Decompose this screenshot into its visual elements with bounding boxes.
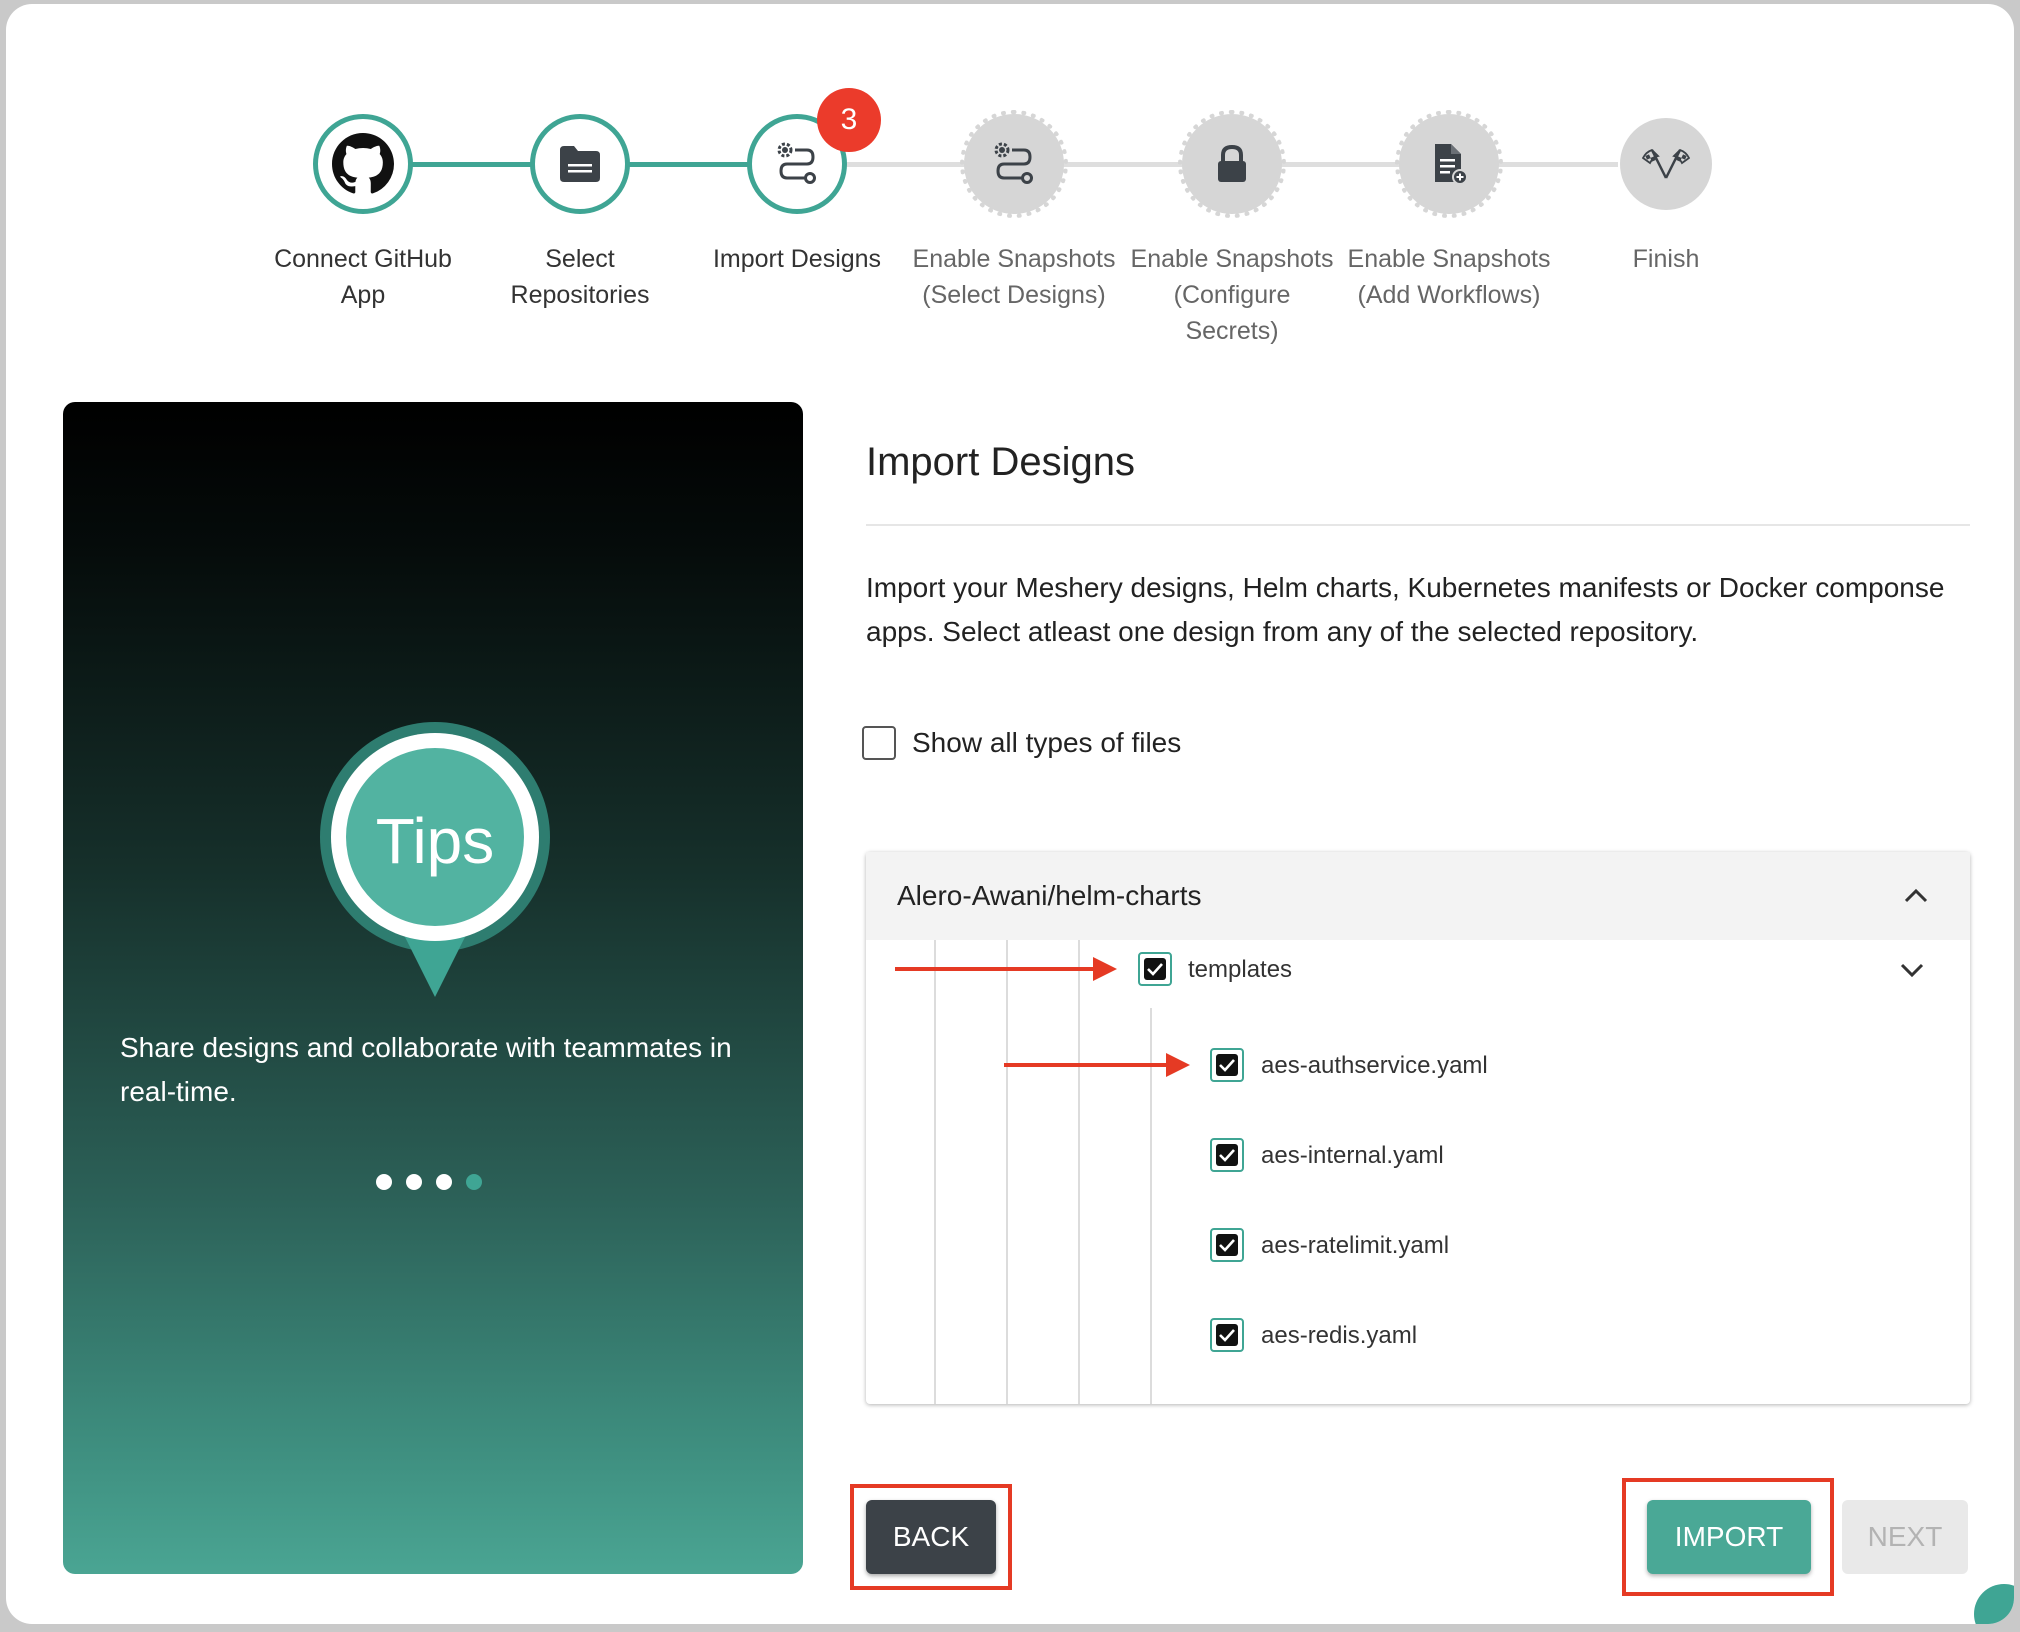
file-label-aes-authservice[interactable]: aes-authservice.yaml: [1261, 1052, 1488, 1080]
carousel-dots: [376, 1174, 496, 1195]
step-label-line: Secrets): [1185, 317, 1279, 345]
carousel-dot-1[interactable]: [376, 1174, 392, 1190]
import-wizard-card: Connect GitHub App Select Repositories 3…: [6, 4, 2014, 1624]
step-label: Enable Snapshots (Select Designs): [904, 241, 1124, 313]
tips-message: Share designs and collaborate with teamm…: [120, 1032, 732, 1107]
step-connector-3: [844, 162, 970, 167]
step-circle-connect-github: [313, 114, 413, 214]
carousel-dot-3[interactable]: [436, 1174, 452, 1190]
checkmark-icon: [1219, 1149, 1235, 1162]
step-label: Select Repositories: [470, 241, 690, 313]
carousel-dot-2[interactable]: [406, 1174, 422, 1190]
file-checkbox-aes-internal[interactable]: [1210, 1138, 1244, 1172]
help-fab[interactable]: [1974, 1584, 2014, 1624]
step-connector-1: [411, 162, 536, 167]
step-label-line: (Add Workflows): [1357, 281, 1541, 309]
step-label: Connect GitHub App: [253, 241, 473, 313]
chevron-up-icon[interactable]: [1902, 882, 1930, 910]
checkmark-icon: [1219, 1059, 1235, 1072]
step-label-line: Enable Snapshots: [1130, 245, 1334, 273]
step-label: Finish: [1556, 241, 1776, 277]
file-label-aes-redis[interactable]: aes-redis.yaml: [1261, 1322, 1417, 1350]
tips-bubble-text: Tips: [376, 805, 495, 877]
step-label-line: App: [340, 281, 386, 309]
tree-guide-line: [1150, 1008, 1152, 1404]
step-connector-6: [1494, 162, 1618, 167]
step-circle-snapshots-workflows: [1395, 110, 1503, 218]
file-label-aes-ratelimit[interactable]: aes-ratelimit.yaml: [1261, 1232, 1449, 1260]
step-label-line: Repositories: [510, 281, 650, 309]
tips-bubble-icon: Tips: [320, 722, 550, 997]
lock-icon: [1218, 144, 1246, 182]
step-label-line: (Select Designs): [922, 281, 1106, 309]
annotation-arrow: [895, 957, 1117, 981]
step-label-line: Select: [545, 245, 615, 273]
next-button[interactable]: NEXT: [1842, 1500, 1968, 1574]
checkmark-icon: [1147, 963, 1163, 976]
chevron-down-icon[interactable]: [1898, 956, 1926, 984]
tree-guide-line: [1078, 940, 1080, 1404]
step-badge: 3: [817, 88, 881, 152]
step-circle-snapshots-select: [960, 110, 1068, 218]
templates-folder-checkbox[interactable]: [1138, 952, 1172, 986]
repository-name: Alero-Awani/helm-charts: [897, 880, 1202, 911]
show-all-files-checkbox[interactable]: [862, 726, 896, 760]
checkmark-icon: [1219, 1329, 1235, 1342]
step-connector-4: [1062, 162, 1186, 167]
document-add-icon: [1435, 144, 1468, 185]
design-flow-icon: [994, 142, 1033, 184]
step-label-line: Import Designs: [712, 245, 882, 273]
github-icon: [332, 133, 394, 194]
tips-panel: Tips Share designs and collaborate with …: [63, 402, 803, 1574]
annotation-arrow: [1004, 1053, 1190, 1077]
step-label: Import Designs: [687, 241, 907, 277]
step-label: Enable Snapshots (Configure Secrets): [1122, 241, 1342, 349]
file-checkbox-aes-redis[interactable]: [1210, 1318, 1244, 1352]
page-title: Import Designs: [866, 440, 1135, 484]
repository-tree: Alero-Awani/helm-charts templates aes-au…: [866, 852, 1970, 1404]
step-circle-select-repositories: [530, 114, 630, 214]
checkmark-icon: [1219, 1239, 1235, 1252]
show-all-files-label: Show all types of files: [912, 727, 1182, 758]
step-label-line: Enable Snapshots: [1347, 245, 1551, 273]
step-circle-snapshots-secrets: [1178, 110, 1286, 218]
folder-icon: [560, 146, 600, 182]
file-checkbox-aes-ratelimit[interactable]: [1210, 1228, 1244, 1262]
step-label: Enable Snapshots (Add Workflows): [1339, 241, 1559, 313]
back-button[interactable]: BACK: [866, 1500, 996, 1574]
import-description: Import your Meshery designs, Helm charts…: [866, 572, 1945, 647]
file-label-aes-internal[interactable]: aes-internal.yaml: [1261, 1142, 1444, 1170]
step-connector-2: [628, 162, 752, 167]
import-button[interactable]: IMPORT: [1647, 1500, 1811, 1574]
tree-guide-line: [1006, 940, 1008, 1404]
repository-header[interactable]: Alero-Awani/helm-charts: [866, 852, 1970, 940]
step-label-line: Connect GitHub: [274, 245, 452, 273]
design-flow-icon: [777, 142, 816, 184]
show-all-files-option[interactable]: Show all types of files: [862, 726, 1181, 760]
step-circle-finish: [1620, 118, 1712, 210]
step-label-line: Finish: [1632, 245, 1700, 273]
tree-guide-line: [934, 940, 936, 1404]
checkered-flags-icon: [1642, 148, 1690, 179]
carousel-dot-4[interactable]: [466, 1174, 482, 1190]
step-connector-5: [1278, 162, 1402, 167]
title-divider: [866, 524, 1970, 526]
step-label-line: Enable Snapshots: [912, 245, 1116, 273]
step-label-line: (Configure: [1173, 281, 1291, 309]
templates-folder-label[interactable]: templates: [1188, 956, 1292, 984]
file-checkbox-aes-authservice[interactable]: [1210, 1048, 1244, 1082]
